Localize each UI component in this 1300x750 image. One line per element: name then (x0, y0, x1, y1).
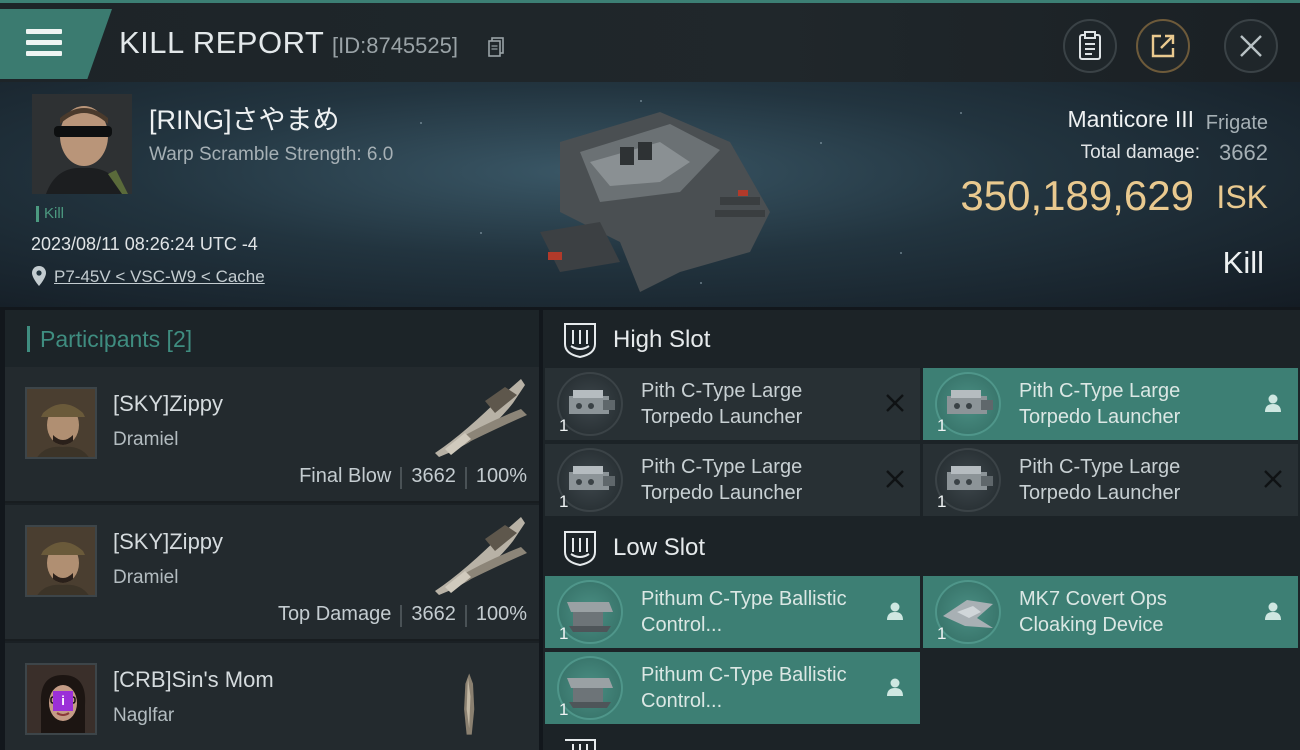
victim-name[interactable]: [RING]さやまめ (149, 98, 340, 137)
module-name: Pith C-Type Large Torpedo Launcher (1019, 456, 1181, 504)
kill-timestamp: 2023/08/11 08:26:24 UTC -4 (31, 234, 258, 254)
module-item[interactable]: 1 Pith C-Type Large Torpedo Launcher (923, 444, 1298, 516)
victim-banner: [RING]さやまめ Warp Scramble Strength: 6.0 K… (0, 82, 1300, 307)
kill-result: Kill (1222, 245, 1264, 280)
module-item[interactable]: 1 MK7 Covert Ops Cloaking Device (923, 576, 1298, 648)
close-button[interactable] (1224, 19, 1278, 73)
low-slot-icon (564, 531, 596, 566)
low-slot-title: Low Slot (613, 534, 706, 561)
module-name: Pith C-Type Large Torpedo Launcher (641, 456, 803, 504)
module-quantity: 1 (559, 492, 569, 511)
victim-ship-name[interactable]: Manticore III (1067, 106, 1194, 133)
map-pin-icon (32, 266, 46, 286)
destroyed-icon (886, 470, 904, 488)
person-icon (887, 602, 903, 620)
module-name: Pith C-Type Large Torpedo Launcher (1019, 380, 1181, 428)
total-damage-label: Total damage: (1080, 142, 1200, 163)
close-icon (1240, 35, 1262, 57)
share-icon (1151, 34, 1175, 58)
portrait-icon (32, 94, 132, 194)
person-icon (1265, 602, 1281, 620)
module-item[interactable]: 1 Pith C-Type Large Torpedo Launcher (923, 368, 1298, 440)
high-slot-title: High Slot (613, 326, 711, 353)
menu-button[interactable] (0, 9, 112, 79)
module-quantity: 1 (937, 624, 947, 643)
clipboard-button[interactable] (1063, 19, 1117, 73)
module-quantity: 1 (559, 624, 569, 643)
module-item[interactable]: 1 Pith C-Type Large Torpedo Launcher (545, 444, 920, 516)
destroyed-icon (886, 394, 904, 412)
module-item[interactable]: 1 Pithum C-Type Ballistic Control... (545, 576, 920, 648)
page-title: KILL REPORT (119, 25, 325, 60)
participant-role: Top Damage (277, 603, 392, 625)
module-name: MK7 Covert Ops Cloaking Device (1019, 588, 1167, 636)
participant-card[interactable]: i [CRB]Sin's Mom Naglfar (5, 643, 539, 750)
participant-card[interactable]: [SKY]Zippy Dramiel Top Damage 3662 100% (5, 505, 539, 641)
participant-avatar[interactable] (25, 525, 97, 597)
participant-role: Final Blow (299, 465, 392, 487)
mid-slot-icon (565, 739, 596, 750)
module-quantity: 1 (937, 416, 947, 435)
clipboard-icon (1079, 31, 1101, 60)
participants-panel: Participants [2] [SKY]Zippy Dramiel Fina… (5, 310, 539, 750)
module-quantity: 1 (559, 700, 569, 719)
module-name: Pith C-Type Large Torpedo Launcher (641, 380, 803, 428)
low-slot-header: Low Slot (543, 518, 1300, 578)
share-button[interactable] (1136, 19, 1190, 73)
warp-scramble-strength: Warp Scramble Strength: 6.0 (149, 144, 394, 165)
module-quantity: 1 (937, 492, 947, 511)
victim-ship-class: Frigate (1205, 112, 1268, 134)
copy-icon[interactable] (488, 37, 504, 57)
participant-ship: Dramiel (113, 429, 179, 450)
participant-card[interactable]: [SKY]Zippy Dramiel Final Blow 3662 100% (5, 367, 539, 503)
participant-name[interactable]: [CRB]Sin's Mom (113, 667, 274, 693)
isk-unit: ISK (1216, 179, 1268, 215)
module-item[interactable]: 1 Pith C-Type Large Torpedo Launcher (545, 368, 920, 440)
participant-ship: Naglfar (113, 705, 175, 726)
participant-name[interactable]: [SKY]Zippy (113, 391, 223, 417)
module-name: Pithum C-Type Ballistic Control... (641, 588, 847, 636)
destroyed-icon (1264, 470, 1282, 488)
person-icon (1265, 394, 1281, 412)
victim-avatar[interactable] (32, 94, 132, 194)
participants-title: Participants [2] (27, 326, 192, 352)
ship-image (435, 379, 527, 457)
info-badge: i (53, 691, 73, 711)
module-quantity: 1 (559, 416, 569, 435)
portrait-icon (27, 389, 95, 457)
participant-percent: 100% (475, 465, 527, 487)
participant-stats: Top Damage 3662 100% (277, 603, 527, 627)
kill-type-tag: Kill (36, 206, 64, 222)
total-damage-value: 3662 (1219, 140, 1268, 165)
module-name: Pithum C-Type Ballistic Control... (641, 664, 847, 712)
ship-image (435, 517, 527, 595)
participant-name[interactable]: [SKY]Zippy (113, 529, 223, 555)
top-bar: KILL REPORT [ID:8745525] (0, 0, 1300, 82)
hamburger-icon (26, 29, 62, 34)
ship-image (464, 673, 475, 735)
participant-damage: 3662 (411, 465, 456, 487)
participant-damage: 3662 (411, 603, 456, 625)
fittings-panel: High Slot 1 Pith C-Type Large Torpedo La… (543, 310, 1300, 750)
report-id: [ID:8745525] (332, 33, 458, 58)
participant-ship: Dramiel (113, 567, 179, 588)
high-slot-icon (564, 323, 596, 358)
participant-stats: Final Blow 3662 100% (299, 465, 527, 489)
person-icon (887, 678, 903, 696)
module-item[interactable]: 1 Pithum C-Type Ballistic Control... (545, 652, 920, 724)
participant-percent: 100% (475, 603, 527, 625)
location-text[interactable]: P7-45V < VSC-W9 < Cache (54, 267, 265, 287)
participant-avatar[interactable] (25, 387, 97, 459)
ship-image (540, 112, 770, 292)
isk-value: 350,189,629 (960, 172, 1194, 219)
high-slot-header: High Slot (543, 310, 1300, 370)
participants-header: Participants [2] (5, 310, 539, 367)
portrait-icon (27, 527, 95, 595)
